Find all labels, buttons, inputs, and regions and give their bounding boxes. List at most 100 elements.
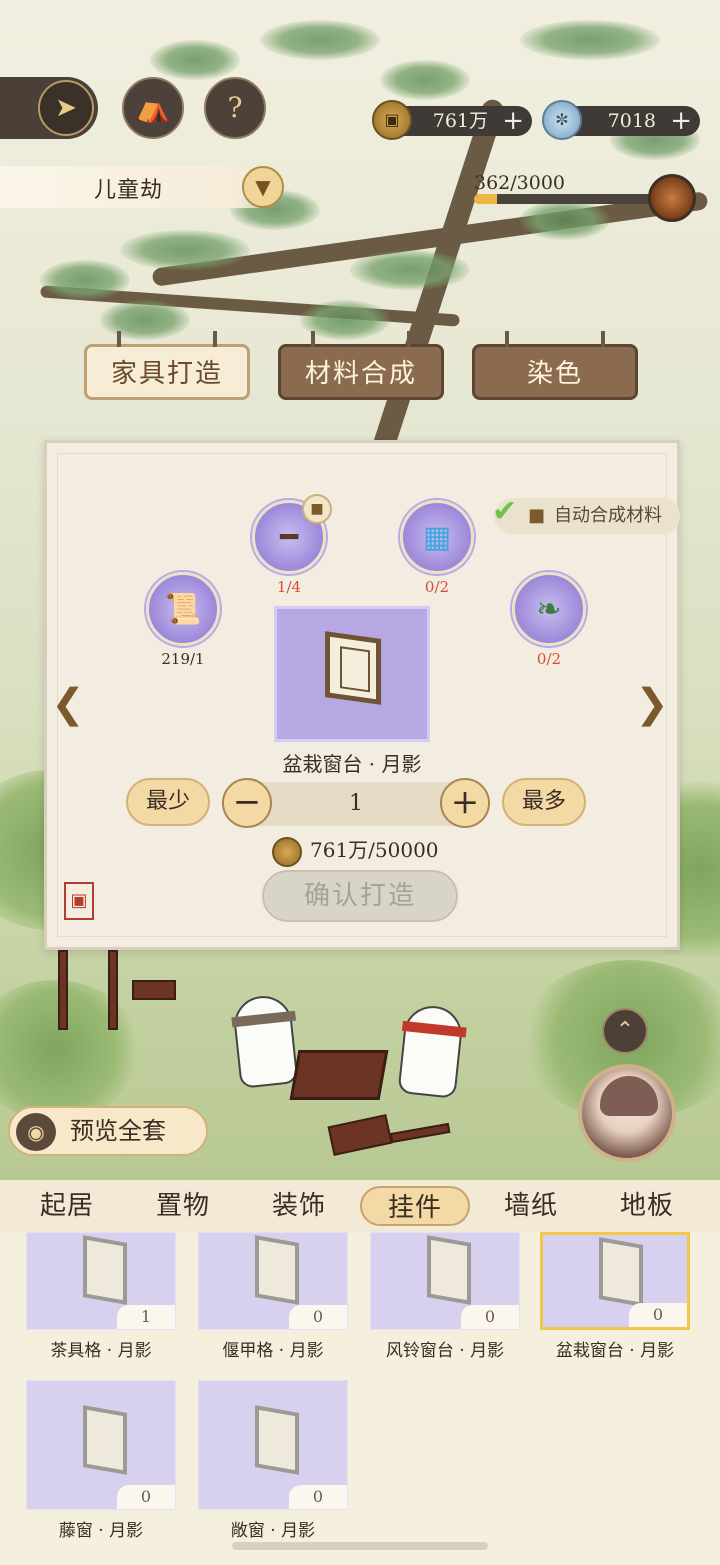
jade-currency: ✼ 7018 +	[542, 100, 700, 140]
wooden-box	[289, 1050, 389, 1100]
cost-text: 761万/50000	[310, 838, 439, 862]
minus-button[interactable]: −	[222, 778, 272, 828]
next-arrow-icon[interactable]: ❯	[630, 684, 674, 724]
back-arrow-icon: ➤	[38, 80, 94, 136]
item-label: 藤窗 · 月影	[58, 1521, 144, 1541]
check-icon: ✔	[492, 494, 518, 529]
max-button[interactable]: 最多	[502, 778, 586, 826]
material-count: 0/2	[536, 650, 562, 668]
craft-cost: 761万/50000	[272, 834, 439, 867]
exp-fill	[474, 194, 497, 204]
collapse-up-icon[interactable]: ⌃	[602, 1008, 648, 1054]
item-label: 偃甲格 · 月影	[222, 1341, 324, 1361]
window-planter-icon	[325, 631, 381, 705]
tab-storage[interactable]: 置物	[128, 1180, 238, 1232]
wooden-frame	[108, 950, 118, 1030]
tab-decor[interactable]: 装饰	[244, 1180, 354, 1232]
exp-text: 362/3000	[474, 172, 566, 194]
item-count: 0	[289, 1305, 347, 1329]
material-count: 219/1	[161, 650, 205, 668]
item-card[interactable]: 0 敞窗 · 月影	[198, 1380, 348, 1541]
rattan-window-icon	[83, 1405, 127, 1475]
item-label: 盆栽窗台 · 月影	[555, 1341, 675, 1361]
window-planter-icon	[599, 1237, 643, 1307]
item-card[interactable]: 0 藤窗 · 月影	[26, 1380, 176, 1541]
pavilion-icon: ⛺	[135, 91, 171, 124]
item-card[interactable]: 1 茶具格 · 月影	[26, 1232, 176, 1361]
avatar[interactable]	[578, 1064, 676, 1162]
exp-bar	[474, 194, 664, 204]
jade-amount: 7018	[607, 110, 656, 132]
preview-all-label: 预览全套	[70, 1117, 166, 1145]
coin-amount: 761万	[432, 110, 488, 132]
switch-icon[interactable]: ▼	[242, 166, 284, 208]
add-coins-button[interactable]: +	[502, 106, 524, 136]
tab-material-synth[interactable]: 材料合成	[278, 331, 444, 400]
material-count: 1/4	[276, 578, 302, 596]
tab-furniture-craft[interactable]: 家具打造	[84, 331, 250, 400]
auto-synth-label: 自动合成材料	[554, 505, 662, 526]
home-title: 儿童劫	[94, 178, 164, 203]
tab-dye[interactable]: 染色	[472, 331, 638, 400]
tab-living[interactable]: 起居	[12, 1180, 122, 1232]
item-label: 风铃窗台 · 月影	[385, 1341, 505, 1361]
min-button[interactable]: 最少	[126, 778, 210, 826]
wooden-frame	[58, 950, 68, 1030]
sign-label: 材料合成	[304, 359, 417, 389]
scroll-icon: 📜	[146, 572, 220, 646]
item-card[interactable]: 0 盆栽窗台 · 月影	[540, 1232, 690, 1361]
back-button[interactable]: ➤	[0, 77, 98, 139]
item-label: 敞窗 · 月影	[230, 1521, 316, 1541]
windchime-window-icon	[427, 1235, 471, 1305]
coin-icon	[272, 836, 302, 867]
anvil-icon: ■	[528, 505, 546, 526]
anvil-icon[interactable]: ■	[302, 494, 332, 524]
home-selector[interactable]: 儿童劫 ▼	[0, 166, 284, 208]
preview-all-button[interactable]: ◉ 预览全套	[8, 1106, 208, 1156]
gift-pot-icon[interactable]	[648, 174, 696, 222]
material-slot[interactable]: 📜 219/1	[146, 572, 220, 668]
item-count: 0	[629, 1303, 687, 1327]
coin-icon: ▣	[372, 100, 412, 140]
open-window-icon	[255, 1405, 299, 1475]
tab-wallpaper[interactable]: 墙纸	[476, 1180, 586, 1232]
item-grid: 1 茶具格 · 月影 0 偃甲格 · 月影 0 风铃窗台 · 月影 0 盆栽窗台…	[0, 1232, 720, 1565]
blue-brick-icon: ▦	[400, 500, 474, 574]
item-count: 0	[117, 1485, 175, 1509]
add-jade-button[interactable]: +	[670, 106, 692, 136]
item-label: 茶具格 · 月影	[50, 1341, 152, 1361]
coin-currency: ▣ 761万 +	[372, 100, 532, 140]
seal-stamp-icon: ▣	[64, 882, 94, 920]
material-count: 0/2	[424, 578, 450, 596]
prev-arrow-icon[interactable]: ❮	[46, 684, 90, 724]
item-count: 0	[289, 1485, 347, 1509]
tea-shelf-icon	[83, 1235, 127, 1305]
sign-label: 染色	[526, 359, 583, 389]
item-card[interactable]: 0 风铃窗台 · 月影	[370, 1232, 520, 1361]
confirm-craft-button[interactable]: 确认打造	[262, 870, 458, 922]
item-name: 盆栽窗台 · 月影	[282, 752, 422, 776]
item-preview	[274, 606, 430, 742]
plus-button[interactable]: +	[440, 778, 490, 828]
category-tabs: 起居 置物 装饰 挂件 墙纸 地板	[0, 1180, 720, 1232]
pavilion-button[interactable]: ⛺	[122, 77, 184, 139]
question-icon: ?	[227, 91, 243, 124]
puppet-shelf-icon	[255, 1235, 299, 1305]
tab-floor[interactable]: 地板	[592, 1180, 702, 1232]
eye-icon: ◉	[16, 1113, 56, 1151]
home-indicator	[232, 1542, 488, 1550]
material-slot[interactable]: ━ ■ 1/4	[252, 494, 332, 596]
item-count: 0	[461, 1305, 519, 1329]
material-slot[interactable]: ▦ 0/2	[400, 500, 474, 596]
wooden-stool	[132, 980, 176, 1000]
quantity-field[interactable]: 1	[246, 782, 466, 826]
item-count: 1	[117, 1305, 175, 1329]
material-slot[interactable]: ❧ 0/2	[512, 572, 586, 668]
jade-icon: ✼	[542, 100, 582, 140]
vine-icon: ❧	[512, 572, 586, 646]
item-card[interactable]: 0 偃甲格 · 月影	[198, 1232, 348, 1361]
help-button[interactable]: ?	[204, 77, 266, 139]
sign-label: 家具打造	[110, 359, 223, 389]
tab-hanging[interactable]: 挂件	[360, 1186, 470, 1226]
auto-synth-toggle[interactable]: ✔ ■ 自动合成材料	[492, 494, 680, 534]
